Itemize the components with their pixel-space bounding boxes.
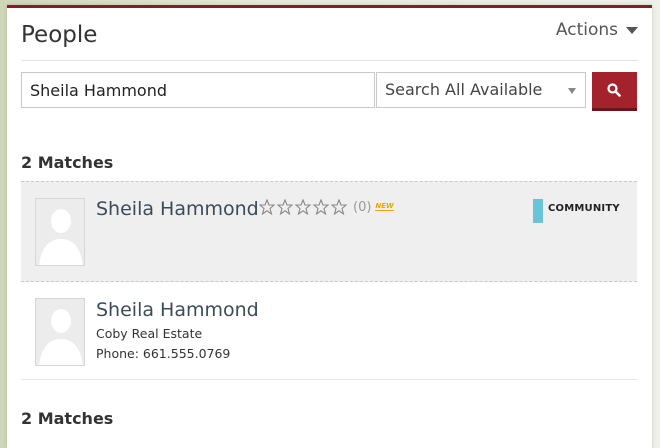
search-input[interactable] xyxy=(21,72,375,108)
result-company: Coby Real Estate xyxy=(96,326,203,341)
result-name-link[interactable]: Sheila Hammond xyxy=(96,198,259,220)
rating-stars: (0) NEW xyxy=(259,199,394,215)
result-row[interactable]: Sheila Hammond Coby Real Estate Phone: 6… xyxy=(21,282,637,380)
dropdown-arrow-icon xyxy=(568,88,576,94)
search-icon xyxy=(607,83,621,97)
result-row[interactable]: Sheila Hammond (0) NEW COMMUNITY xyxy=(21,181,637,282)
page-title: People xyxy=(21,22,98,48)
actions-label: Actions xyxy=(555,20,618,40)
rating-count: (0) xyxy=(353,199,372,215)
community-tag-label: COMMUNITY xyxy=(548,203,620,214)
star-outline-icon xyxy=(313,199,329,215)
people-panel: People Actions Search All Available 2 Ma… xyxy=(7,5,652,448)
avatar-placeholder-icon[interactable] xyxy=(35,298,85,366)
search-scope-value: Search All Available xyxy=(385,80,543,99)
star-outline-icon xyxy=(331,199,347,215)
search-button[interactable] xyxy=(592,72,637,111)
result-name-link[interactable]: Sheila Hammond xyxy=(96,299,259,321)
new-badge: NEW xyxy=(375,202,394,211)
avatar-placeholder-icon[interactable] xyxy=(35,198,85,266)
actions-menu-button[interactable]: Actions xyxy=(556,20,638,40)
caret-down-icon xyxy=(626,26,638,34)
star-outline-icon xyxy=(259,199,275,215)
star-outline-icon xyxy=(277,199,293,215)
star-outline-icon xyxy=(295,199,311,215)
result-phone: Phone: 661.555.0769 xyxy=(96,346,231,361)
community-tag-bar xyxy=(533,199,543,223)
match-count-top: 2 Matches xyxy=(21,153,114,172)
match-count-bottom: 2 Matches xyxy=(21,409,114,428)
search-scope-select[interactable]: Search All Available xyxy=(376,72,586,108)
panel-header: People Actions xyxy=(21,8,638,61)
